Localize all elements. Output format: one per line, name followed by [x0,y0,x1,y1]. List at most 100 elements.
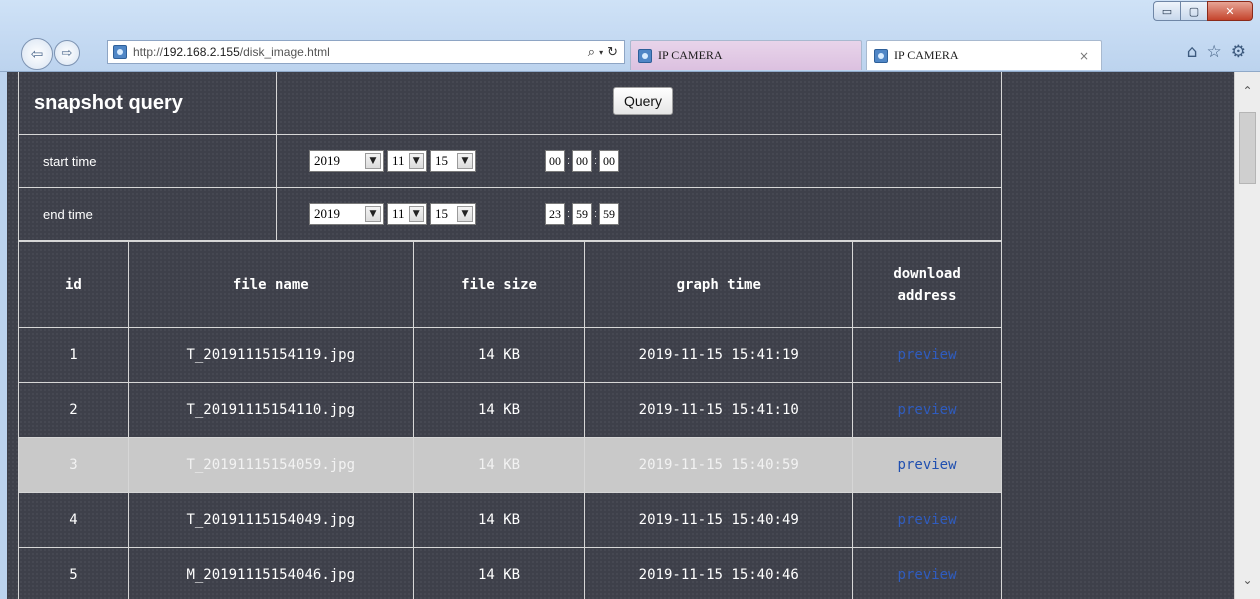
cell-download: preview [852,382,1002,438]
header-file-name: file name [127,241,414,328]
end-minute-input[interactable]: 59 [572,203,592,225]
page-viewport: snapshot query Query start time 2019 ▼ 1… [7,72,1260,599]
cell-id: 4 [18,492,129,548]
cell-download: preview [852,327,1002,383]
start-hour-input[interactable]: 00 [545,150,565,172]
start-time-label: start time [19,135,277,187]
cell-file-size: 14 KB [412,492,586,548]
end-day-select[interactable]: 15 ▼ [430,203,476,225]
start-time-controls: 2019 ▼ 11 ▼ 15 ▼ 00 : 00 : 00 [277,135,1001,187]
tab-close-icon[interactable]: × [1079,49,1089,63]
back-arrow-icon: ⇦ [30,45,44,63]
end-second-input[interactable]: 59 [599,203,619,225]
favorites-star-icon[interactable]: ☆ [1207,42,1222,62]
chevron-down-icon: ▼ [365,153,381,169]
chevron-down-icon: ▼ [365,206,381,222]
tab-ip-camera-1[interactable]: IP CAMERA [630,40,862,70]
window-controls: ▭ ▢ ✕ [1153,1,1253,21]
end-year-select[interactable]: 2019 ▼ [309,203,384,225]
header-id: id [18,241,129,328]
refresh-icon[interactable]: ↻ [607,45,618,60]
query-header-row: snapshot query Query [19,72,1001,135]
end-year-value: 2019 [314,206,340,221]
cell-file-size: 14 KB [412,437,586,493]
maximize-icon[interactable]: ▢ [1180,1,1207,21]
query-button-cell: Query [277,72,1001,134]
scroll-down-icon[interactable]: ⌄ [1235,569,1260,591]
browser-chrome: ▭ ▢ ✕ ⇦ ⇨ http:// 192.168.2.155 /disk_im… [0,0,1260,72]
start-day-value: 15 [435,153,448,168]
cell-download: preview [852,547,1002,599]
toolbar-icons: ⌂ ☆ ⚙ [1187,42,1246,62]
address-tools: ⌕ ▾ ↻ [588,45,624,60]
site-favicon-icon [113,45,127,59]
table-header-row: id file name file size graph time downlo… [18,241,1002,328]
url-host: 192.168.2.155 [163,45,240,59]
end-time-row: end time 2019 ▼ 11 ▼ 15 ▼ 23 : 59: 59 [19,188,1001,241]
settings-gear-icon[interactable]: ⚙ [1231,42,1246,62]
preview-link[interactable]: preview [898,347,957,363]
preview-link[interactable]: preview [898,512,957,528]
tab-title: IP CAMERA [658,48,723,62]
start-minute-input[interactable]: 00 [572,150,592,172]
header-download-line1: download [893,265,961,282]
preview-link[interactable]: preview [898,457,957,473]
cell-file-name: M_20191115154046.jpg [127,547,414,599]
chevron-down-icon: ▼ [457,153,473,169]
cell-graph-time: 2019-11-15 15:41:19 [584,327,854,383]
start-day-select[interactable]: 15 ▼ [430,150,476,172]
time-separator: : [593,155,598,167]
vertical-scrollbar[interactable]: ⌃ ⌄ [1234,72,1260,599]
url-path: /disk_image.html [239,45,330,59]
cell-graph-time: 2019-11-15 15:40:49 [584,492,854,548]
preview-link[interactable]: preview [898,567,957,583]
table-row-highlighted: 3 T_20191115154059.jpg 14 KB 2019-11-15 … [18,437,1002,493]
query-panel: snapshot query Query start time 2019 ▼ 1… [18,72,1002,241]
start-year-value: 2019 [314,153,340,168]
table-row: 2 T_20191115154110.jpg 14 KB 2019-11-15 … [18,382,1002,438]
start-time-row: start time 2019 ▼ 11 ▼ 15 ▼ 00 : 00: 00 [19,135,1001,188]
table-row: 4 T_20191115154049.jpg 14 KB 2019-11-15 … [18,492,1002,548]
url-prefix: http:// [133,45,164,59]
forward-button[interactable]: ⇨ [54,40,80,66]
cell-file-name: T_20191115154059.jpg [127,437,414,493]
close-window-icon[interactable]: ✕ [1207,1,1253,21]
window-left-frame [0,72,7,599]
cell-graph-time: 2019-11-15 15:40:46 [584,547,854,599]
minimize-icon[interactable]: ▭ [1153,1,1180,21]
start-second-input[interactable]: 00 [599,150,619,172]
tab-ip-camera-2[interactable]: IP CAMERA × [866,40,1102,70]
end-day-value: 15 [435,206,448,221]
scroll-thumb[interactable] [1239,112,1256,184]
chevron-down-icon: ▼ [408,153,424,169]
back-button[interactable]: ⇦ [21,38,53,70]
cell-file-name: T_20191115154119.jpg [127,327,414,383]
end-month-select[interactable]: 11 ▼ [387,203,427,225]
start-month-select[interactable]: 11 ▼ [387,150,427,172]
forward-arrow-icon: ⇨ [61,45,73,61]
page-title: snapshot query [19,72,277,134]
cell-file-size: 14 KB [412,382,586,438]
preview-link[interactable]: preview [898,402,957,418]
cell-file-name: T_20191115154110.jpg [127,382,414,438]
tab-favicon-icon [874,48,888,63]
cell-id: 1 [18,327,129,383]
header-download-address: download address [852,241,1002,328]
scroll-up-icon[interactable]: ⌃ [1235,80,1260,102]
start-month-value: 11 [392,153,405,168]
cell-file-size: 14 KB [412,547,586,599]
time-separator: : [566,208,571,220]
cell-id: 5 [18,547,129,599]
end-time-controls: 2019 ▼ 11 ▼ 15 ▼ 23 : 59 : 59 [277,188,1001,240]
search-dropdown-icon[interactable]: ▾ [599,48,603,57]
search-icon[interactable]: ⌕ [588,45,595,60]
start-time-inputs: 00 : 00 : 00 [545,150,619,172]
start-year-select[interactable]: 2019 ▼ [309,150,384,172]
home-icon[interactable]: ⌂ [1187,42,1198,62]
end-hour-input[interactable]: 23 [545,203,565,225]
address-bar[interactable]: http:// 192.168.2.155 /disk_image.html ⌕… [107,40,625,64]
header-download-line2: address [897,287,957,304]
tab-title: IP CAMERA [894,48,959,62]
header-graph-time: graph time [584,241,854,328]
query-button[interactable]: Query [612,87,674,115]
